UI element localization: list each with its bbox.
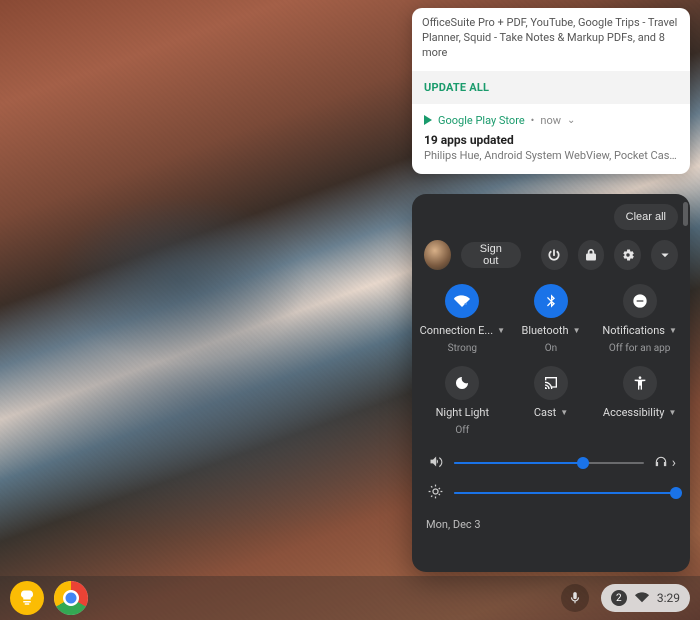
chrome-app-icon[interactable]: [54, 581, 88, 615]
headphones-icon[interactable]: [654, 454, 668, 473]
panel-date: Mon, Dec 3: [412, 512, 690, 531]
avatar[interactable]: [424, 240, 451, 270]
chevron-down-icon[interactable]: ⌄: [567, 115, 575, 126]
tile-network-sub: Strong: [448, 343, 477, 354]
tile-night-light: Night Light Off: [418, 366, 507, 436]
caret-icon[interactable]: ▼: [668, 408, 676, 417]
notification-time: now: [540, 114, 561, 127]
status-tray[interactable]: 2 3:29: [601, 584, 690, 612]
tile-bluetooth-label[interactable]: Bluetooth: [521, 324, 568, 337]
shelf: 2 3:29: [0, 576, 700, 620]
collapse-icon[interactable]: [651, 240, 678, 270]
notification-count: 2: [611, 590, 627, 606]
update-all-button[interactable]: UPDATE ALL: [412, 71, 690, 104]
brightness-icon[interactable]: [426, 484, 444, 503]
notification-body: Google Play Store • now ⌄ 19 apps update…: [412, 104, 690, 174]
volume-row: ›: [426, 448, 676, 478]
notification-card[interactable]: OfficeSuite Pro + PDF, YouTube, Google T…: [412, 8, 690, 174]
notification-summary: OfficeSuite Pro + PDF, YouTube, Google T…: [412, 8, 690, 71]
notification-source-row[interactable]: Google Play Store • now ⌄: [424, 114, 678, 127]
caret-icon[interactable]: ▼: [497, 326, 505, 335]
notification-source: Google Play Store: [438, 114, 525, 127]
audio-settings-chevron-icon[interactable]: ›: [672, 455, 676, 471]
tile-night-light-label[interactable]: Night Light: [436, 406, 490, 419]
notification-title: 19 apps updated: [424, 133, 678, 147]
caret-icon[interactable]: ▼: [573, 326, 581, 335]
caret-icon[interactable]: ▼: [669, 326, 677, 335]
volume-icon[interactable]: [426, 454, 444, 473]
tile-cast-label[interactable]: Cast: [534, 406, 556, 419]
bluetooth-icon[interactable]: [534, 284, 568, 318]
tile-night-light-sub: Off: [455, 425, 469, 436]
tile-accessibility-label[interactable]: Accessibility: [603, 406, 665, 419]
tile-bluetooth: Bluetooth ▼ On: [507, 284, 596, 354]
keep-app-icon[interactable]: [10, 581, 44, 615]
quick-tiles: Connection E... ▼ Strong Bluetooth ▼ On No…: [412, 280, 690, 438]
volume-slider[interactable]: [454, 462, 644, 464]
wifi-status-icon: [635, 589, 649, 608]
tile-accessibility: Accessibility▼: [595, 366, 684, 436]
brightness-row: [426, 478, 676, 508]
user-row: Sign out: [412, 236, 690, 280]
night-light-icon[interactable]: [445, 366, 479, 400]
tile-notifications-sub: Off for an app: [609, 343, 670, 354]
separator-dot: •: [531, 114, 535, 127]
wifi-icon[interactable]: [445, 284, 479, 318]
dnd-icon[interactable]: [623, 284, 657, 318]
tile-network-label[interactable]: Connection E...: [420, 324, 493, 337]
play-store-icon: [424, 115, 432, 125]
scroll-indicator[interactable]: [683, 202, 688, 226]
caret-icon[interactable]: ▼: [560, 408, 568, 417]
accessibility-icon[interactable]: [623, 366, 657, 400]
microphone-icon[interactable]: [561, 584, 589, 612]
cast-icon[interactable]: [534, 366, 568, 400]
clear-all-button[interactable]: Clear all: [614, 204, 678, 230]
tile-network: Connection E... ▼ Strong: [418, 284, 507, 354]
tile-notifications-label[interactable]: Notifications: [602, 324, 665, 337]
power-icon[interactable]: [541, 240, 568, 270]
sliders: ›: [412, 438, 690, 512]
brightness-slider[interactable]: [454, 492, 676, 494]
settings-icon[interactable]: [614, 240, 641, 270]
clock: 3:29: [657, 591, 680, 605]
sign-out-button[interactable]: Sign out: [461, 242, 521, 268]
lock-icon[interactable]: [578, 240, 605, 270]
tile-notifications: Notifications ▼ Off for an app: [595, 284, 684, 354]
notification-subtitle: Philips Hue, Android System WebView, Poc…: [424, 149, 678, 162]
tile-cast: Cast ▼: [507, 366, 596, 436]
quick-settings-panel: Clear all Sign out Connection E... ▼ Stro…: [412, 194, 690, 572]
tile-bluetooth-sub: On: [545, 343, 557, 354]
